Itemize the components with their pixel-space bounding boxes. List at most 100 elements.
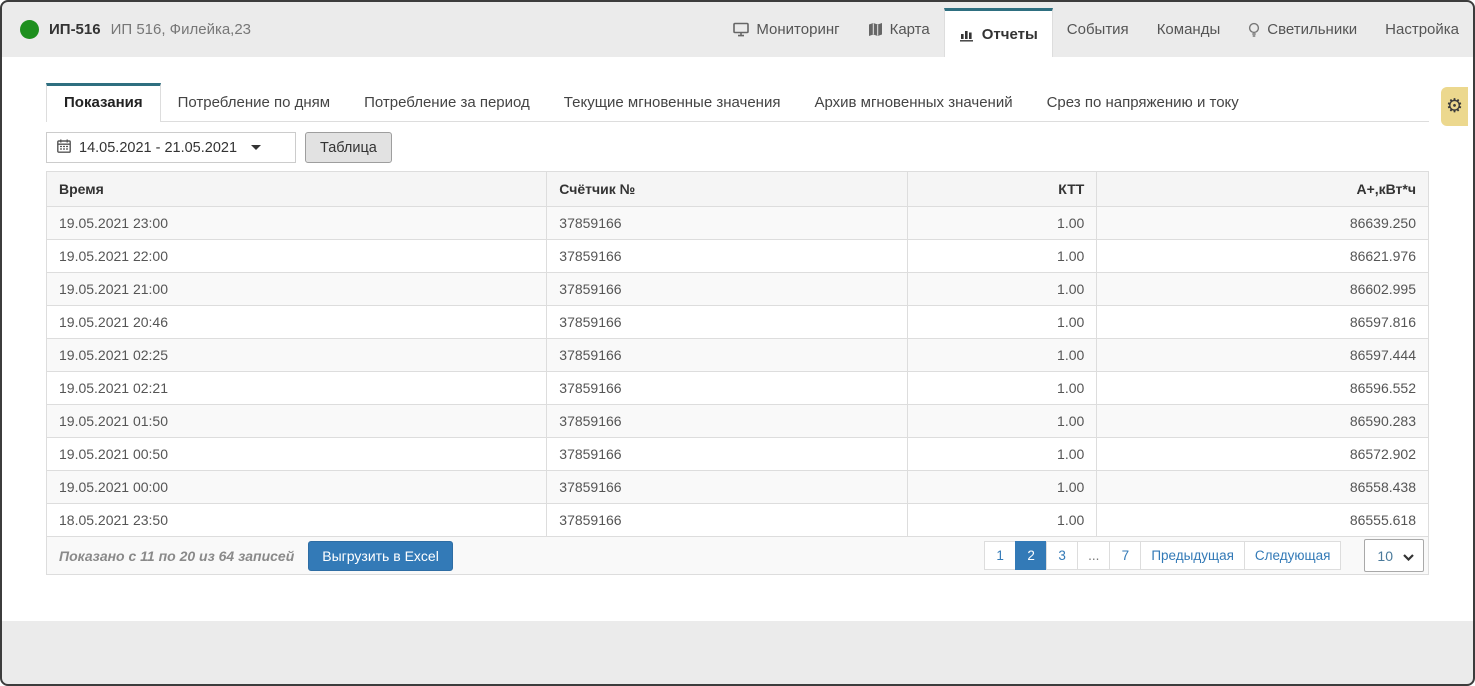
records-summary: Показано с 11 по 20 из 64 записей — [59, 548, 294, 564]
subtab-consumption-period[interactable]: Потребление за период — [347, 84, 547, 121]
table-cell: 37859166 — [547, 306, 908, 339]
top-header: ИП-516 ИП 516, Филейка,23 Мониторинг Кар… — [2, 2, 1473, 57]
table-row: 19.05.2021 02:21378591661.0086596.552 — [47, 372, 1429, 405]
status-online-dot — [20, 20, 39, 39]
table-cell: 19.05.2021 23:00 — [47, 207, 547, 240]
table-row: 19.05.2021 22:00378591661.0086621.976 — [47, 240, 1429, 273]
nav-item-commands[interactable]: Команды — [1143, 2, 1235, 57]
nav-item-luminaires[interactable]: Светильники — [1234, 2, 1371, 57]
pagination-page-7[interactable]: 7 — [1109, 541, 1141, 570]
table-cell: 37859166 — [547, 471, 908, 504]
table-header-row: Время Счётчик № КТТ А+,кВт*ч — [47, 172, 1429, 207]
table-cell: 19.05.2021 22:00 — [47, 240, 547, 273]
device-id: ИП-516 — [49, 21, 101, 38]
table-cell: 86597.444 — [1097, 339, 1429, 372]
page-size-select[interactable]: 10 — [1364, 539, 1424, 572]
nav-item-monitoring[interactable]: Мониторинг — [719, 2, 853, 57]
chevron-down-icon — [251, 145, 261, 150]
table-cell: 1.00 — [907, 339, 1096, 372]
table-cell: 1.00 — [907, 207, 1096, 240]
subtab-instant-values-archive[interactable]: Архив мгновенных значений — [797, 84, 1029, 121]
table-cell: 37859166 — [547, 273, 908, 306]
column-header-time: Время — [47, 172, 547, 207]
table-cell: 37859166 — [547, 438, 908, 471]
report-subtabs: Показания Потребление по дням Потреблени… — [46, 83, 1429, 122]
nav-item-settings[interactable]: Настройка — [1371, 2, 1473, 57]
table-footer: Показано с 11 по 20 из 64 записей Выгруз… — [46, 537, 1429, 575]
table-cell: 1.00 — [907, 471, 1096, 504]
table-cell: 1.00 — [907, 240, 1096, 273]
table-cell: 19.05.2021 02:21 — [47, 372, 547, 405]
table-cell: 1.00 — [907, 504, 1096, 537]
table-cell: 19.05.2021 00:00 — [47, 471, 547, 504]
table-row: 19.05.2021 21:00378591661.0086602.995 — [47, 273, 1429, 306]
table-cell: 37859166 — [547, 207, 908, 240]
pagination-page-3[interactable]: 3 — [1046, 541, 1078, 570]
nav-item-reports[interactable]: Отчеты — [944, 8, 1053, 57]
monitor-icon — [733, 22, 749, 37]
table-cell: 1.00 — [907, 306, 1096, 339]
table-cell: 19.05.2021 20:46 — [47, 306, 547, 339]
table-row: 19.05.2021 20:46378591661.0086597.816 — [47, 306, 1429, 339]
gear-icon: ⚙ — [1446, 95, 1463, 118]
subtab-readings[interactable]: Показания — [46, 83, 161, 122]
table-cell: 37859166 — [547, 339, 908, 372]
table-cell: 86602.995 — [1097, 273, 1429, 306]
export-excel-button[interactable]: Выгрузить в Excel — [308, 541, 453, 571]
table-cell: 19.05.2021 01:50 — [47, 405, 547, 438]
date-range-value: 14.05.2021 - 21.05.2021 — [79, 140, 237, 156]
table-cell: 86555.618 — [1097, 504, 1429, 537]
column-header-energy: А+,кВт*ч — [1097, 172, 1429, 207]
pagination: 123...7 Предыдущая Следующая — [985, 541, 1341, 570]
table-cell: 37859166 — [547, 504, 908, 537]
panel-settings-tab[interactable]: ⚙ — [1441, 87, 1468, 126]
page-size-value: 10 — [1377, 548, 1393, 564]
pagination-prev-button[interactable]: Предыдущая — [1140, 541, 1245, 570]
table-cell: 37859166 — [547, 240, 908, 273]
app-window: ИП-516 ИП 516, Филейка,23 Мониторинг Кар… — [0, 0, 1475, 686]
nav-item-map[interactable]: Карта — [854, 2, 944, 57]
table-cell: 1.00 — [907, 273, 1096, 306]
chevron-down-icon — [1403, 548, 1414, 564]
table-cell: 86572.902 — [1097, 438, 1429, 471]
table-cell: 86597.816 — [1097, 306, 1429, 339]
bar-chart-icon — [959, 27, 975, 42]
date-range-picker[interactable]: 14.05.2021 - 21.05.2021 — [46, 132, 296, 163]
top-nav: Мониторинг Карта Отчеты События Команды … — [719, 2, 1473, 57]
table-cell: 19.05.2021 00:50 — [47, 438, 547, 471]
device-description: ИП 516, Филейка,23 — [111, 21, 251, 38]
table-cell: 19.05.2021 02:25 — [47, 339, 547, 372]
subtab-voltage-current-slice[interactable]: Срез по напряжению и току — [1030, 84, 1256, 121]
table-cell: 86558.438 — [1097, 471, 1429, 504]
table-body: 19.05.2021 23:00378591661.0086639.25019.… — [47, 207, 1429, 537]
readings-table: Время Счётчик № КТТ А+,кВт*ч 19.05.2021 … — [46, 171, 1429, 537]
table-view-button[interactable]: Таблица — [305, 132, 392, 163]
table-cell: 86639.250 — [1097, 207, 1429, 240]
column-header-ktt: КТТ — [907, 172, 1096, 207]
pagination-ellipsis: ... — [1077, 541, 1110, 570]
pagination-page-2[interactable]: 2 — [1015, 541, 1047, 570]
table-cell: 1.00 — [907, 438, 1096, 471]
table-row: 19.05.2021 00:50378591661.0086572.902 — [47, 438, 1429, 471]
pagination-next-button[interactable]: Следующая — [1244, 541, 1342, 570]
nav-item-events[interactable]: События — [1053, 2, 1143, 57]
subtab-current-instant-values[interactable]: Текущие мгновенные значения — [547, 84, 798, 121]
table-cell: 1.00 — [907, 372, 1096, 405]
table-row: 18.05.2021 23:50378591661.0086555.618 — [47, 504, 1429, 537]
table-cell: 86590.283 — [1097, 405, 1429, 438]
table-row: 19.05.2021 02:25378591661.0086597.444 — [47, 339, 1429, 372]
table-row: 19.05.2021 23:00378591661.0086639.250 — [47, 207, 1429, 240]
calendar-icon — [57, 139, 71, 157]
table-cell: 18.05.2021 23:50 — [47, 504, 547, 537]
pagination-pages: 123...7 — [985, 541, 1141, 570]
map-icon — [868, 22, 883, 37]
column-header-meter: Счётчик № — [547, 172, 908, 207]
controls-row: 14.05.2021 - 21.05.2021 Таблица — [46, 132, 1429, 163]
pagination-page-1[interactable]: 1 — [984, 541, 1016, 570]
table-cell: 1.00 — [907, 405, 1096, 438]
main-panel: Показания Потребление по дням Потреблени… — [2, 57, 1473, 621]
table-cell: 37859166 — [547, 372, 908, 405]
subtab-consumption-by-day[interactable]: Потребление по дням — [161, 84, 347, 121]
table-cell: 86621.976 — [1097, 240, 1429, 273]
table-row: 19.05.2021 01:50378591661.0086590.283 — [47, 405, 1429, 438]
